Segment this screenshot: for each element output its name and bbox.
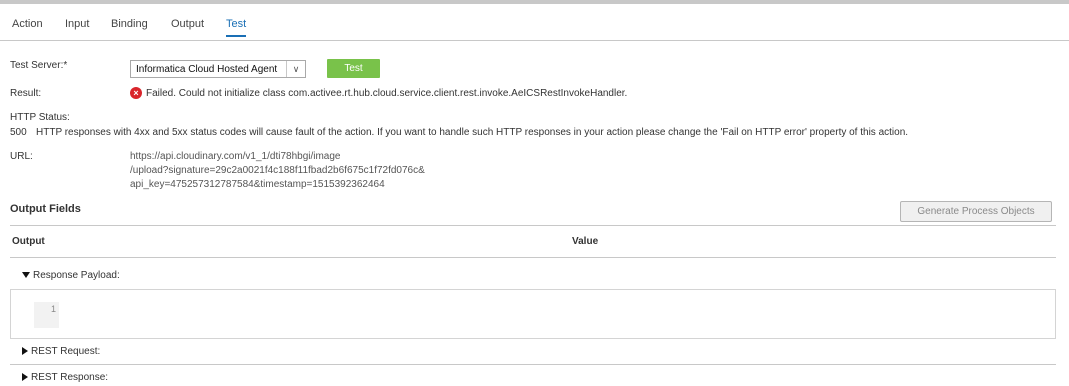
test-server-select[interactable]: Informatica Cloud Hosted Agent ∨ [130,60,306,78]
rest-request-label: REST Request: [31,346,101,357]
test-server-label: Test Server:* [10,60,68,71]
tab-binding[interactable]: Binding [111,18,148,31]
result-message: Failed. Could not initialize class com.a… [146,88,628,99]
url-line-1: https://api.cloudinary.com/v1_1/dti78hbg… [130,151,341,162]
response-payload-label: Response Payload: [33,270,120,281]
rest-response-label: REST Response: [31,372,109,383]
tab-input[interactable]: Input [65,18,89,31]
divider [10,225,1056,226]
http-status-label: HTTP Status: [10,112,70,123]
response-payload-editor[interactable]: 1 [10,289,1056,339]
expanded-triangle-icon [22,272,30,279]
tab-bar: Action Input Binding Output Test [0,4,1069,41]
test-button[interactable]: Test [327,59,380,78]
response-payload-row[interactable]: Response Payload: [22,270,120,282]
chevron-down-icon[interactable]: ∨ [286,61,305,77]
collapsed-triangle-icon [22,373,28,382]
url-line-2: /upload?signature=29c2a0021f4c188f11fbad… [130,165,425,176]
rest-request-row[interactable]: REST Request: [22,346,100,358]
url-label: URL: [10,151,33,162]
http-status-line: 500 HTTP responses with 4xx and 5xx statu… [10,127,908,139]
output-fields-title: Output Fields [10,203,81,215]
rest-response-row[interactable]: REST Response: [22,372,108,384]
error-icon: × [130,87,142,99]
tab-output[interactable]: Output [171,18,204,31]
divider [10,257,1056,258]
line-number-gutter: 1 [34,302,59,328]
tab-test[interactable]: Test [226,18,247,37]
url-line-3: api_key=475257312787584&timestamp=151539… [130,179,385,190]
tab-action[interactable]: Action [12,18,43,31]
column-header-output: Output [12,236,45,247]
generate-process-objects-button[interactable]: Generate Process Objects [900,201,1052,222]
result-label: Result: [10,88,42,99]
test-server-value: Informatica Cloud Hosted Agent [136,64,278,75]
divider [10,364,1056,365]
collapsed-triangle-icon [22,347,28,356]
http-status-message: HTTP responses with 4xx and 5xx status c… [36,127,909,138]
column-header-value: Value [572,236,599,247]
http-status-code: 500 [10,127,27,138]
